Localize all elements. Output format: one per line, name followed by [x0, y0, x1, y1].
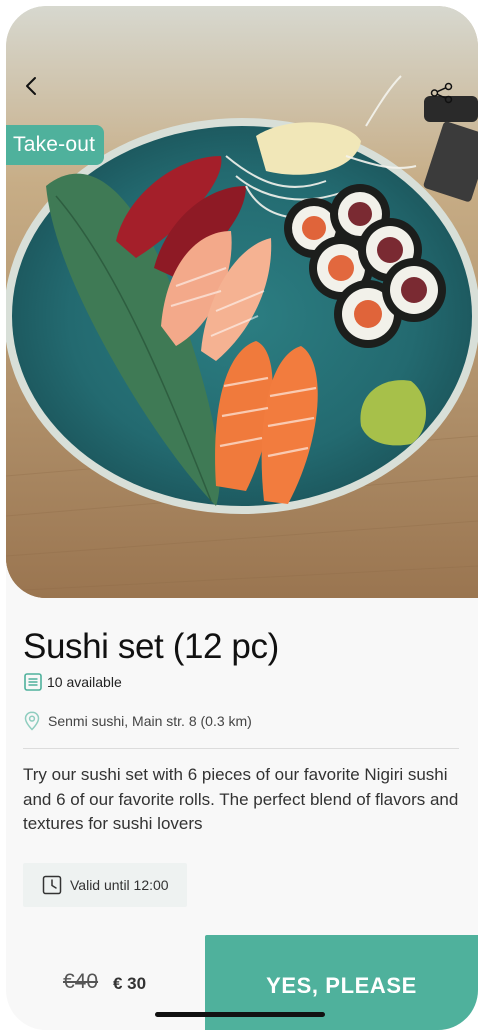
- valid-until-box: Valid until 12:00: [23, 863, 187, 907]
- share-icon: [430, 82, 453, 104]
- product-image: Take-out: [6, 6, 478, 598]
- list-icon: [24, 673, 42, 691]
- location-row[interactable]: Senmi sushi, Main str. 8 (0.3 km): [24, 711, 252, 731]
- back-button[interactable]: [24, 76, 52, 104]
- divider: [23, 748, 459, 749]
- chevron-left-icon: [26, 77, 36, 95]
- availability-text: 10 available: [47, 674, 122, 690]
- clock-icon: [42, 875, 62, 895]
- old-price: €40: [63, 970, 99, 993]
- location-pin-icon: [24, 711, 40, 731]
- home-indicator[interactable]: [155, 1012, 325, 1017]
- sushi-photo: [6, 6, 478, 598]
- product-title: Sushi set (12 pc): [23, 627, 279, 666]
- new-price: € 30: [113, 974, 147, 993]
- location-text: Senmi sushi, Main str. 8 (0.3 km): [48, 713, 252, 729]
- phone-screen: Take-out Sushi set (12 pc) 10 available …: [6, 6, 478, 1030]
- share-button[interactable]: [430, 82, 458, 110]
- valid-until-text: Valid until 12:00: [70, 877, 169, 893]
- takeout-badge: Take-out: [6, 125, 105, 165]
- product-description: Try our sushi set with 6 pieces of our f…: [23, 765, 459, 833]
- availability-row: 10 available: [24, 673, 122, 691]
